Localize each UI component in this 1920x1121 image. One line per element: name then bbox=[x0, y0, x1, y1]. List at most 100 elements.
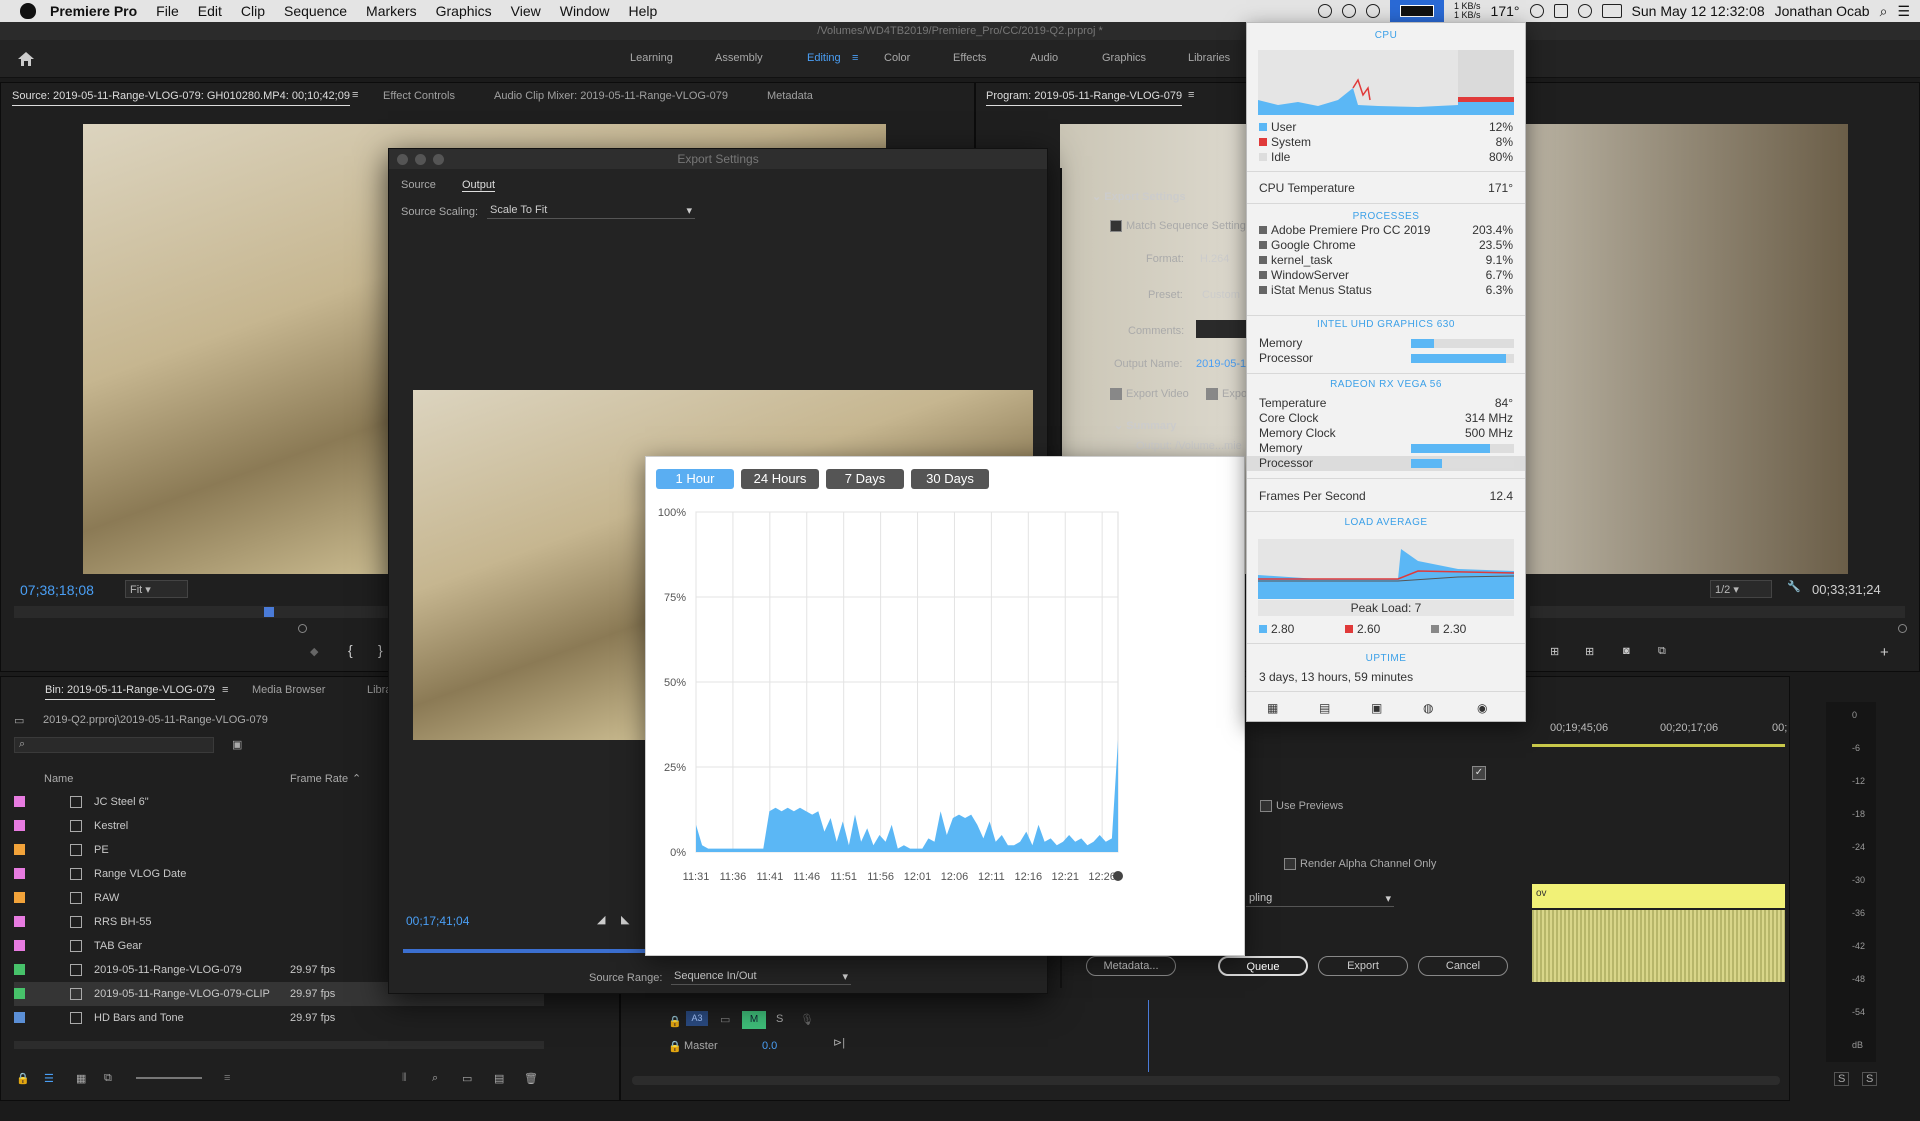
wrench-icon[interactable]: 🔧 bbox=[1787, 580, 1801, 593]
control-center-icon[interactable]: ☰ bbox=[1897, 3, 1910, 20]
checkbox-checked[interactable]: ✓ bbox=[1472, 766, 1486, 780]
tab-metadata[interactable]: Metadata bbox=[767, 90, 813, 102]
close-window-button[interactable] bbox=[397, 154, 408, 165]
tab-24-hours[interactable]: 24 Hours bbox=[741, 469, 819, 489]
airplay-icon[interactable] bbox=[1553, 4, 1568, 18]
extract-icon[interactable]: ⊞ bbox=[1585, 645, 1594, 658]
ws-editing[interactable]: Editing bbox=[807, 52, 841, 64]
source-zoom-handle[interactable] bbox=[298, 624, 307, 633]
load-average-graph[interactable] bbox=[1258, 539, 1514, 599]
zoom-window-button[interactable] bbox=[433, 154, 444, 165]
export-audio-checkbox[interactable]: Expo bbox=[1206, 388, 1247, 401]
menu-edit[interactable]: Edit bbox=[198, 3, 222, 19]
process-row[interactable]: Google Chrome 23.5% bbox=[1259, 238, 1513, 253]
scaling-dropdown[interactable]: Scale To Fit ▾ bbox=[487, 201, 695, 219]
apple-icon[interactable] bbox=[20, 3, 36, 19]
format-value[interactable]: H.264 bbox=[1200, 253, 1229, 265]
microphone-icon[interactable]: 🎙 bbox=[800, 1013, 814, 1026]
track-lock-icon[interactable]: 🔒 bbox=[668, 1015, 682, 1028]
ws-menu-icon[interactable]: ≡ bbox=[852, 52, 858, 64]
ws-effects[interactable]: Effects bbox=[953, 52, 986, 64]
menu-window[interactable]: Window bbox=[560, 3, 610, 19]
menu-file[interactable]: File bbox=[156, 3, 179, 19]
marker-icon[interactable]: ◆ bbox=[310, 645, 318, 658]
menu-help[interactable]: Help bbox=[629, 3, 658, 19]
col-frame-rate[interactable]: Frame Rate bbox=[290, 773, 348, 785]
label-color[interactable] bbox=[14, 1012, 25, 1023]
label-color[interactable] bbox=[14, 988, 25, 999]
export-video-checkbox[interactable]: Export Video bbox=[1110, 388, 1189, 401]
label-color[interactable] bbox=[14, 868, 25, 879]
summary-section[interactable]: ⌄ Summary bbox=[1114, 419, 1176, 432]
icon-view-icon[interactable]: ▦ bbox=[76, 1072, 86, 1085]
export-button[interactable]: Export bbox=[1318, 956, 1408, 976]
output-name-link[interactable]: 2019-05-11 bbox=[1196, 358, 1251, 370]
automate-icon[interactable]: ⫴ bbox=[402, 1072, 407, 1085]
audio-clip-label[interactable]: ov bbox=[1532, 884, 1785, 908]
track-a3[interactable]: A3 bbox=[686, 1011, 708, 1026]
sampling-dropdown[interactable]: pling ▾ bbox=[1246, 889, 1394, 907]
label-color[interactable] bbox=[14, 892, 25, 903]
new-item-icon[interactable]: ▤ bbox=[494, 1072, 504, 1085]
set-in-icon[interactable]: ◢ bbox=[597, 913, 605, 926]
fit-dropdown[interactable]: Fit ▾ bbox=[125, 580, 188, 598]
add-button-icon[interactable]: + bbox=[1880, 644, 1889, 661]
process-row[interactable]: Adobe Premiere Pro CC 2019 203.4% bbox=[1259, 223, 1513, 238]
tab-1-hour[interactable]: 1 Hour bbox=[656, 469, 734, 489]
program-timecode[interactable]: 00;33;31;24 bbox=[1812, 582, 1881, 597]
home-icon[interactable] bbox=[18, 52, 34, 66]
source-timecode[interactable]: 07;38;18;08 bbox=[20, 582, 94, 598]
export-settings-section[interactable]: ⌄ Export Settings bbox=[1092, 190, 1186, 203]
mark-out-icon[interactable]: } bbox=[378, 642, 383, 658]
ws-graphics[interactable]: Graphics bbox=[1102, 52, 1146, 64]
wifi-icon[interactable] bbox=[1577, 4, 1592, 18]
menu-markers[interactable]: Markers bbox=[366, 3, 417, 19]
bin-row[interactable]: HD Bars and Tone 29.97 fps bbox=[14, 1006, 544, 1030]
sort-icons-icon[interactable]: ≡ bbox=[224, 1072, 230, 1084]
solo-button[interactable]: S bbox=[776, 1013, 783, 1025]
gear-icon[interactable] bbox=[1529, 4, 1544, 18]
tab-export-output[interactable]: Output bbox=[462, 179, 496, 192]
mute-button[interactable]: M bbox=[742, 1011, 766, 1029]
zoom-dropdown[interactable]: 1/2 ▾ bbox=[1710, 580, 1772, 598]
minimize-window-button[interactable] bbox=[415, 154, 426, 165]
work-area-bar[interactable] bbox=[1532, 744, 1785, 747]
label-color[interactable] bbox=[14, 820, 25, 831]
set-out-icon[interactable]: ◣ bbox=[621, 913, 629, 926]
user-name[interactable]: Jonathan Ocab bbox=[1775, 3, 1870, 19]
clock-icon[interactable] bbox=[1113, 871, 1123, 881]
terminal-icon[interactable]: ▣ bbox=[1371, 701, 1382, 715]
timeline-playhead[interactable] bbox=[1148, 1000, 1149, 1072]
compare-icon[interactable]: ⧉ bbox=[1658, 645, 1666, 658]
bin-menu-icon[interactable]: ≡ bbox=[222, 684, 228, 696]
creative-cloud-icon[interactable] bbox=[1366, 4, 1381, 18]
status-icon[interactable] bbox=[1342, 4, 1357, 18]
end-marker-icon[interactable]: ⊳| bbox=[833, 1036, 845, 1049]
label-color[interactable] bbox=[14, 796, 25, 807]
istat-cpu-menu-icon[interactable] bbox=[1390, 0, 1445, 22]
cpu-mini-graph[interactable] bbox=[1258, 50, 1514, 115]
menu-view[interactable]: View bbox=[511, 3, 541, 19]
label-color[interactable] bbox=[14, 964, 25, 975]
source-playhead[interactable] bbox=[264, 607, 274, 617]
bin-search-input[interactable]: ⌕ bbox=[14, 737, 214, 753]
freeform-view-icon[interactable]: ⧉ bbox=[104, 1072, 112, 1085]
queue-button[interactable]: Queue bbox=[1218, 956, 1308, 976]
comments-field[interactable] bbox=[1196, 320, 1246, 338]
istat-settings-icon[interactable]: ◉ bbox=[1477, 701, 1487, 715]
zoom-slider[interactable] bbox=[136, 1077, 202, 1079]
menu-sequence[interactable]: Sequence bbox=[284, 3, 347, 19]
panel-menu-icon[interactable]: ≡ bbox=[352, 89, 358, 101]
ws-color[interactable]: Color bbox=[884, 52, 910, 64]
find-icon[interactable]: ⌕ bbox=[432, 1072, 438, 1085]
render-alpha-checkbox[interactable]: Render Alpha Channel Only bbox=[1284, 858, 1436, 871]
tab-source[interactable]: Source: 2019-05-11-Range-VLOG-079: GH010… bbox=[12, 90, 350, 106]
ws-assembly[interactable]: Assembly bbox=[715, 52, 763, 64]
spotlight-icon[interactable]: ⌕ bbox=[1880, 3, 1888, 20]
program-menu-icon[interactable]: ≡ bbox=[1188, 89, 1194, 101]
track-output-icon[interactable]: ▭ bbox=[720, 1013, 730, 1026]
mark-in-icon[interactable]: { bbox=[348, 642, 353, 658]
export-timecode[interactable]: 00;17;41;04 bbox=[406, 914, 469, 928]
tab-effect-controls[interactable]: Effect Controls bbox=[383, 90, 455, 102]
disk-utility-icon[interactable]: ◍ bbox=[1423, 701, 1433, 715]
